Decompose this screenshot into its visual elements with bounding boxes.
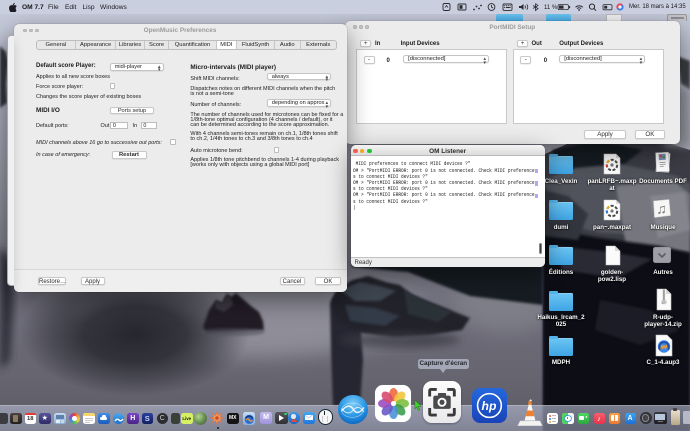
- svg-text:ZIP: ZIP: [662, 300, 666, 304]
- svg-text:11 %: 11 %: [544, 5, 558, 11]
- svg-text:hp: hp: [482, 399, 497, 413]
- svg-text:♫: ♫: [656, 201, 667, 217]
